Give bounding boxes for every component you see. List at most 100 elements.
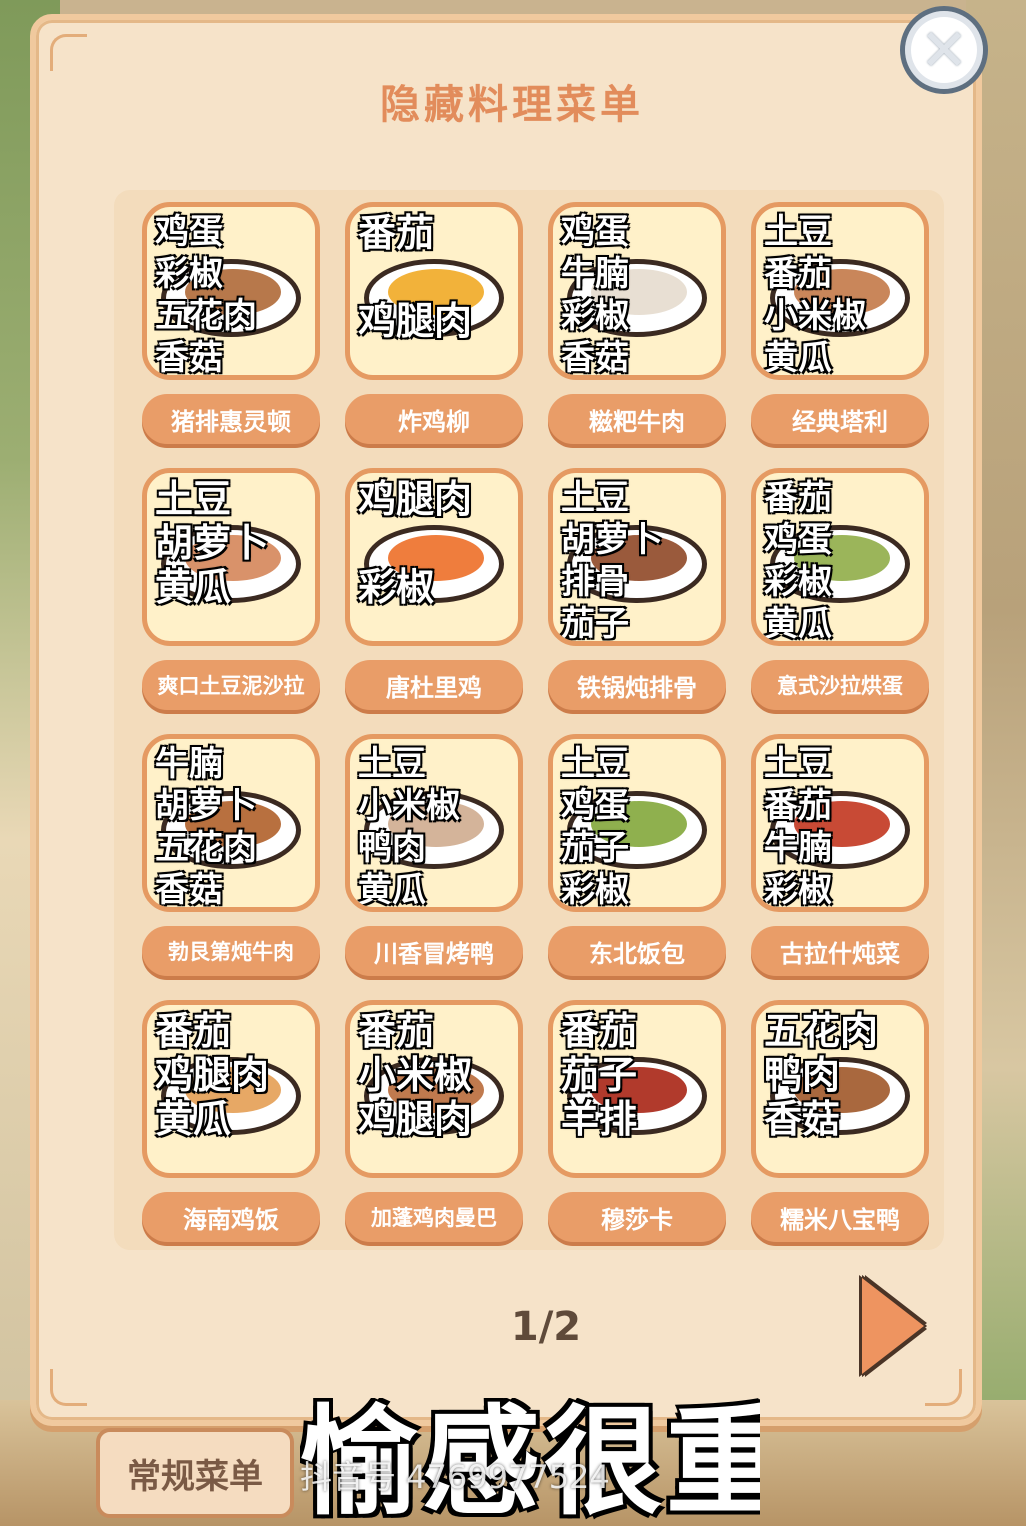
ingredient: 胡萝卜	[561, 520, 663, 560]
recipe-name-label: 穆莎卡	[548, 1192, 726, 1242]
ingredient: 鸡腿肉	[358, 1097, 473, 1141]
recipe-name-label: 古拉什炖菜	[751, 926, 929, 976]
ingredient: 土豆	[764, 212, 832, 252]
recipe-name-label: 意式沙拉烘蛋	[751, 660, 929, 710]
ingredient: 彩椒	[155, 254, 223, 294]
recipe-card[interactable]: 番茄 鸡腿肉	[345, 202, 523, 380]
ingredient-list: 土豆 番茄 牛腩 彩椒	[764, 743, 924, 910]
recipe-card[interactable]: 五花肉 鸭肉 香菇	[751, 1000, 929, 1178]
next-page-button[interactable]	[862, 1278, 924, 1374]
ingredient: 黄瓜	[764, 604, 832, 644]
recipe-card[interactable]: 土豆 番茄 小米椒 黄瓜	[751, 202, 929, 380]
regular-menu-tab[interactable]: 常规菜单	[96, 1428, 294, 1518]
ingredient: 羊排	[561, 1097, 638, 1141]
recipe-name-label: 川香冒烤鸭	[345, 926, 523, 976]
ingredient: 香菇	[155, 870, 223, 910]
ingredient: 牛腩	[561, 254, 629, 294]
recipe-name-label: 东北饭包	[548, 926, 726, 976]
ingredient: 彩椒	[358, 565, 435, 609]
ingredient-list: 鸡蛋 牛腩 彩椒 香菇	[561, 211, 721, 375]
ingredient: 鸡蛋	[561, 212, 629, 252]
dialog-title: 隐藏料理菜单	[380, 82, 644, 128]
ingredient: 番茄	[764, 786, 832, 826]
ingredient-list: 土豆 胡萝卜 排骨 茄子	[561, 477, 721, 644]
ingredient: 彩椒	[561, 870, 629, 910]
ingredient: 番茄	[764, 478, 832, 518]
ingredient-list: 番茄 茄子 羊排	[561, 1009, 721, 1141]
ingredient: 排骨	[561, 562, 629, 602]
ingredient: 牛腩	[155, 744, 223, 784]
ingredient: 五花肉	[764, 1009, 879, 1053]
ingredient: 胡萝卜	[155, 521, 270, 565]
ingredient: 土豆	[155, 477, 232, 521]
recipe-card[interactable]: 牛腩 胡萝卜 五花肉 香菇	[142, 734, 320, 912]
corner-ornament	[50, 1369, 87, 1406]
recipe-name-label: 糍粑牛肉	[548, 394, 726, 444]
ingredient: 鸭肉	[764, 1053, 841, 1097]
ingredient: 黄瓜	[155, 565, 232, 609]
ingredient-list: 鸡腿肉 彩椒	[358, 477, 518, 609]
recipe-card[interactable]: 番茄 小米椒 鸡腿肉	[345, 1000, 523, 1178]
recipe-card[interactable]: 土豆 胡萝卜 黄瓜	[142, 468, 320, 646]
corner-ornament	[925, 1369, 962, 1406]
ingredient-list: 牛腩 胡萝卜 五花肉 香菇	[155, 743, 315, 910]
recipe-card[interactable]: 番茄 鸡腿肉 黄瓜	[142, 1000, 320, 1178]
recipe-card[interactable]: 鸡蛋 彩椒 五花肉 香菇	[142, 202, 320, 380]
ingredient: 香菇	[155, 338, 223, 378]
ingredient: 茄子	[561, 828, 629, 868]
ingredient: 黄瓜	[155, 1097, 232, 1141]
recipe-name-label: 勃艮第炖牛肉	[142, 926, 320, 976]
ingredient: 土豆	[561, 744, 629, 784]
ingredient-list: 番茄 鸡腿肉	[358, 211, 518, 343]
ingredient: 五花肉	[155, 296, 257, 336]
recipe-card[interactable]: 土豆 小米椒 鸭肉 黄瓜	[345, 734, 523, 912]
ingredient: 牛腩	[764, 828, 832, 868]
ingredient-list: 番茄 鸡腿肉 黄瓜	[155, 1009, 315, 1141]
ingredient: 五花肉	[155, 828, 257, 868]
hidden-recipe-dialog: 隐藏料理菜单 鸡蛋 彩椒 五花肉 香菇 猪排惠灵顿 番茄 鸡腿肉 炸鸡柳 鸡蛋 牛腩 彩椒 香菇 糍粑…	[30, 14, 982, 1426]
ingredient: 鸡蛋	[561, 786, 629, 826]
recipe-card[interactable]: 土豆 胡萝卜 排骨 茄子	[548, 468, 726, 646]
ingredient: 土豆	[358, 744, 426, 784]
ingredient: 彩椒	[764, 870, 832, 910]
ingredient: 香菇	[764, 1097, 841, 1141]
close-icon: ✕	[919, 16, 969, 84]
recipe-name-label: 爽口土豆泥沙拉	[142, 660, 320, 710]
recipe-name-label: 猪排惠灵顿	[142, 394, 320, 444]
ingredient: 土豆	[764, 744, 832, 784]
ingredient: 番茄	[764, 254, 832, 294]
ingredient: 番茄	[358, 211, 435, 255]
recipe-name-label: 经典塔利	[751, 394, 929, 444]
ingredient: 鸡蛋	[155, 212, 223, 252]
ingredient: 番茄	[561, 1009, 638, 1053]
ingredient: 彩椒	[561, 296, 629, 336]
ingredient-list: 五花肉 鸭肉 香菇	[764, 1009, 924, 1141]
ingredient-list: 鸡蛋 彩椒 五花肉 香菇	[155, 211, 315, 378]
ingredient	[358, 255, 518, 299]
recipe-card[interactable]: 土豆 鸡蛋 茄子 彩椒	[548, 734, 726, 912]
ingredient: 土豆	[561, 478, 629, 518]
recipe-card[interactable]: 番茄 鸡蛋 彩椒 黄瓜	[751, 468, 929, 646]
recipe-name-label: 糯米八宝鸭	[751, 1192, 929, 1242]
ingredient-list: 土豆 小米椒 鸭肉 黄瓜	[358, 743, 518, 910]
ingredient-list: 土豆 胡萝卜 黄瓜	[155, 477, 315, 609]
ingredient-list: 番茄 小米椒 鸡腿肉	[358, 1009, 518, 1141]
ingredient: 鸡腿肉	[358, 477, 473, 521]
recipe-card[interactable]: 鸡蛋 牛腩 彩椒 香菇	[548, 202, 726, 380]
recipe-name-label: 海南鸡饭	[142, 1192, 320, 1242]
recipe-card[interactable]: 土豆 番茄 牛腩 彩椒	[751, 734, 929, 912]
page-indicator: 1/2	[510, 1304, 582, 1350]
ingredient-list: 土豆 鸡蛋 茄子 彩椒	[561, 743, 721, 910]
ingredient: 茄子	[561, 1053, 638, 1097]
ingredient: 黄瓜	[358, 870, 426, 910]
recipe-name-label: 炸鸡柳	[345, 394, 523, 444]
recipe-name-label: 铁锅炖排骨	[548, 660, 726, 710]
close-button[interactable]: ✕	[900, 6, 988, 94]
ingredient	[358, 521, 518, 565]
recipe-card[interactable]: 番茄 茄子 羊排	[548, 1000, 726, 1178]
recipe-card[interactable]: 鸡腿肉 彩椒	[345, 468, 523, 646]
ingredient: 鸡腿肉	[358, 299, 473, 343]
ingredient-list: 土豆 番茄 小米椒 黄瓜	[764, 211, 924, 375]
ingredient: 茄子	[561, 604, 629, 644]
recipe-name-label: 唐杜里鸡	[345, 660, 523, 710]
